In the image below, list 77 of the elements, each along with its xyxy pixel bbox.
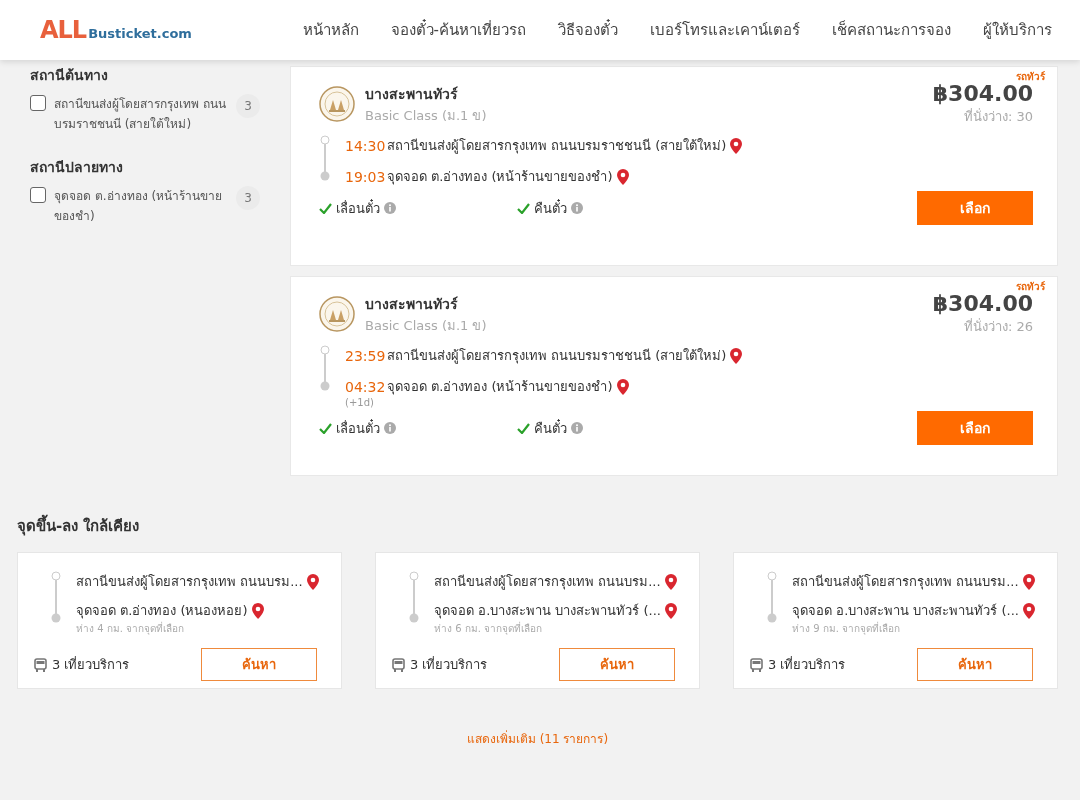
bus-icon [34, 657, 47, 672]
station-name: สถานีขนส่งผู้โดยสารกรุงเทพ ถนนบรม... [76, 573, 303, 592]
nav-link[interactable]: เช็คสถานะการจอง [832, 18, 951, 42]
select-button[interactable]: เลือก [917, 191, 1033, 225]
operator-name: บางสะพานทัวร์ [365, 294, 459, 314]
search-button[interactable]: ค้นหา [917, 648, 1033, 681]
trip-tag: รถทัวร์ [1016, 69, 1045, 84]
trip-count: 3 เที่ยวบริการ [768, 655, 846, 674]
search-button[interactable]: ค้นหา [201, 648, 317, 681]
station-name: จุดจอด ต.อ่างทอง (หน้าร้านขายของชำ) [387, 168, 613, 187]
nav-link[interactable]: จองตั๋ว-ค้นหาเที่ยวรถ [390, 18, 526, 42]
checkbox[interactable] [30, 187, 46, 203]
station-name: จุดจอด อ.บางสะพาน บางสะพานทัวร์ (... [434, 602, 661, 621]
distance-note: ห่าง 6 กม. จากจุดที่เลือก [434, 621, 544, 636]
station-name: สถานีขนส่งผู้โดยสารกรุงเทพ ถนนบรม... [792, 573, 1019, 592]
location-pin-icon[interactable] [1023, 573, 1035, 590]
filter-option-label: จุดจอด ต.อ่างทอง (หน้าร้านขายของชำ) [54, 188, 224, 225]
distance-note: ห่าง 9 กม. จากจุดที่เลือก [792, 621, 902, 636]
location-pin-icon[interactable] [251, 602, 264, 619]
arrival-time: 04:32 [345, 378, 387, 395]
bus-class: Basic Class (ม.1 ข) [365, 316, 488, 335]
nav-link[interactable]: ผู้ให้บริการ [983, 18, 1052, 42]
location-pin-icon[interactable] [665, 573, 677, 590]
select-button[interactable]: เลือก [917, 411, 1033, 445]
location-pin-icon[interactable] [665, 602, 677, 619]
location-pin-icon[interactable] [730, 347, 743, 364]
filter-title: สถานีต้นทาง [30, 66, 109, 85]
search-button[interactable]: ค้นหา [559, 648, 675, 681]
trip-price: ฿304.00 [932, 81, 1033, 106]
site-logo[interactable]: ALLBusticket.com [40, 16, 192, 44]
route-line-icon [319, 345, 331, 391]
trip-price: ฿304.00 [932, 291, 1033, 316]
station-name: สถานีขนส่งผู้โดยสารกรุงเทพ ถนนบรมราชชนนี (สายใต้ใหม่) [387, 137, 727, 156]
show-more-link[interactable]: แสดงเพิ่มเติม (11 รายการ) [466, 729, 609, 748]
station-name: จุดจอด ต.อ่างทอง (หนองหอย) [76, 602, 248, 621]
filter-option-label: สถานีขนส่งผู้โดยสารกรุงเทพ ถนนบรมราชชนนี (สายใต้ใหม่) [54, 96, 227, 133]
bus-icon [392, 657, 405, 672]
filter-title: สถานีปลายทาง [30, 158, 124, 177]
route-line-icon [408, 571, 420, 623]
route-line-icon [50, 571, 62, 623]
checkbox[interactable] [30, 95, 46, 111]
seats-available: ที่นั่งว่าง: 30 [962, 107, 1033, 126]
location-pin-icon[interactable] [616, 168, 629, 185]
option-count: 3 [236, 186, 260, 210]
location-pin-icon[interactable] [616, 378, 629, 395]
location-pin-icon[interactable] [1023, 602, 1035, 619]
next-day-note: (+1d) [345, 397, 375, 408]
arrival-time: 19:03 [345, 168, 387, 185]
location-pin-icon[interactable] [306, 573, 319, 590]
station-name: จุดจอด อ.บางสะพาน บางสะพานทัวร์ (... [792, 602, 1019, 621]
feature-label: คืนตั๋ว [534, 198, 567, 218]
station-name: สถานีขนส่งผู้โดยสารกรุงเทพ ถนนบรม... [434, 573, 661, 592]
seats-available: ที่นั่งว่าง: 26 [962, 317, 1033, 336]
operator-name: บางสะพานทัวร์ [365, 84, 459, 104]
option-count: 3 [236, 94, 260, 118]
station-name: สถานีขนส่งผู้โดยสารกรุงเทพ ถนนบรมราชชนนี (สายใต้ใหม่) [387, 347, 727, 366]
nav-link[interactable]: หน้าหลัก [302, 18, 359, 42]
operator-logo [319, 296, 355, 332]
route-line-icon [319, 135, 331, 181]
bus-class: Basic Class (ม.1 ข) [365, 106, 488, 125]
distance-note: ห่าง 4 กม. จากจุดที่เลือก [76, 621, 186, 636]
bus-icon [750, 657, 763, 672]
feature-label: คืนตั๋ว [534, 418, 567, 438]
trip-count: 3 เที่ยวบริการ [410, 655, 488, 674]
location-pin-icon[interactable] [730, 137, 743, 154]
feature-label: เลื่อนตั๋ว [336, 418, 380, 438]
trip-tag: รถทัวร์ [1016, 279, 1045, 294]
station-name: จุดจอด ต.อ่างทอง (หน้าร้านขายของชำ) [387, 378, 613, 397]
operator-logo [319, 86, 355, 122]
nav-link[interactable]: วิธีจองตั๋ว [558, 18, 618, 42]
section-title: จุดขึ้น-ลง ใกล้เคียง [17, 514, 1058, 538]
route-line-icon [766, 571, 778, 623]
trip-count: 3 เที่ยวบริการ [52, 655, 130, 674]
feature-label: เลื่อนตั๋ว [336, 198, 380, 218]
nav-link[interactable]: เบอร์โทรและเคาน์เตอร์ [650, 18, 800, 42]
departure-time: 14:30 [345, 137, 387, 154]
departure-time: 23:59 [345, 347, 387, 364]
